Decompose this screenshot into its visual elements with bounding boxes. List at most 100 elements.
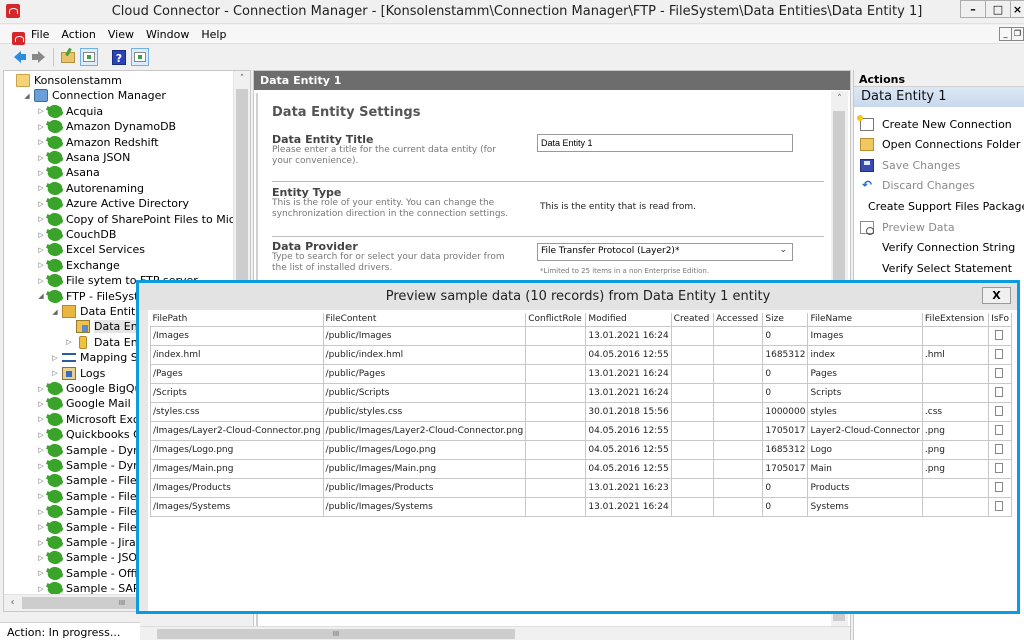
tree-item[interactable]: ▷ Google Mail [36, 395, 131, 413]
column-header[interactable]: FileExtension [922, 313, 990, 327]
tree-item[interactable]: ▷ Microsoft Excel [36, 410, 149, 428]
is-folder-cell[interactable] [988, 363, 1012, 384]
table-cell[interactable] [525, 439, 587, 460]
table-cell[interactable]: Images [807, 325, 923, 346]
action-discard-changes[interactable]: ↶ Discard Changes [854, 176, 1024, 196]
scroll-up-icon[interactable]: ˄ [831, 91, 848, 108]
table-row[interactable]: /styles.css/public/styles.css 30.01.2018 … [150, 401, 1012, 422]
collapsed-arrow-icon[interactable]: ▷ [36, 477, 46, 485]
table-cell[interactable]: /public/index.hml [322, 344, 527, 365]
forward-button[interactable] [29, 48, 47, 66]
table-cell[interactable]: /public/Images/Systems [322, 496, 527, 517]
table-cell[interactable]: .png [921, 420, 990, 441]
table-row[interactable]: /index.hml/public/index.hml 04.05.2016 12… [150, 344, 1012, 365]
table-cell[interactable]: /public/Images/Main.png [322, 458, 527, 479]
table-cell[interactable]: 13.01.2021 16:24 [585, 382, 672, 403]
table-cell[interactable] [670, 363, 715, 384]
table-cell[interactable] [670, 420, 715, 441]
table-cell[interactable] [670, 477, 715, 498]
collapsed-arrow-icon[interactable]: ▷ [36, 123, 46, 131]
table-row[interactable]: /Images/Products/public/Images/Products 1… [150, 477, 1012, 498]
table-cell[interactable]: /public/Images/Logo.png [322, 439, 527, 460]
table-cell[interactable] [670, 325, 715, 346]
table-cell[interactable]: /public/styles.css [322, 401, 527, 422]
table-cell[interactable] [525, 477, 587, 498]
table-cell[interactable]: .css [921, 401, 990, 422]
column-header[interactable]: IsFo [988, 313, 1012, 327]
table-cell[interactable]: .png [921, 458, 990, 479]
table-cell[interactable]: /index.hml [150, 344, 324, 365]
table-cell[interactable]: 1705017 [762, 458, 809, 479]
table-cell[interactable]: Systems [807, 496, 923, 517]
table-cell[interactable]: index [807, 344, 923, 365]
table-cell[interactable] [713, 325, 764, 346]
table-cell[interactable]: /styles.css [150, 401, 324, 422]
table-cell[interactable]: 13.01.2021 16:24 [585, 496, 672, 517]
table-cell[interactable] [670, 439, 715, 460]
table-cell[interactable]: /Images/Main.png [150, 458, 324, 479]
tree-item[interactable]: ▷ Amazon Redshift [36, 133, 159, 151]
table-cell[interactable]: /Images [150, 325, 324, 346]
collapsed-arrow-icon[interactable]: ▷ [36, 169, 46, 177]
table-cell[interactable]: 04.05.2016 12:55 [585, 420, 672, 441]
column-header[interactable]: FileContent [323, 313, 527, 327]
table-cell[interactable] [713, 382, 764, 403]
is-folder-checkbox[interactable] [995, 463, 1004, 474]
table-row[interactable]: /Pages/public/Pages 13.01.2021 16:24 0 Page… [150, 363, 1012, 384]
is-folder-checkbox[interactable] [995, 501, 1004, 512]
tree-item[interactable]: ◢ Connection Manager [22, 88, 166, 103]
table-cell[interactable]: 04.05.2016 12:55 [585, 344, 672, 365]
is-folder-cell[interactable] [988, 496, 1012, 517]
table-cell[interactable]: /public/Pages [322, 363, 527, 384]
menu-window[interactable]: Window [140, 28, 195, 41]
collapsed-arrow-icon[interactable]: ▷ [36, 569, 46, 577]
is-folder-cell[interactable] [988, 344, 1012, 365]
table-cell[interactable]: Layer2-Cloud-Connector [807, 420, 923, 441]
action-save-changes[interactable]: Save Changes [854, 155, 1024, 175]
table-cell[interactable] [525, 344, 587, 365]
table-cell[interactable] [921, 477, 990, 498]
details-horizontal-scrollbar[interactable]: III [140, 626, 850, 640]
expanded-arrow-icon[interactable]: ◢ [22, 92, 32, 100]
action-create-support-files-package[interactable]: Create Support Files Package [854, 196, 1024, 216]
table-cell[interactable]: styles [807, 401, 923, 422]
table-cell[interactable]: 0 [762, 496, 809, 517]
column-header[interactable]: ConflictRole [525, 313, 587, 327]
collapsed-arrow-icon[interactable]: ▷ [36, 431, 46, 439]
table-cell[interactable]: .png [921, 439, 990, 460]
tree-item[interactable]: ▷ Autorenaming [36, 179, 144, 197]
column-header[interactable]: Modified [585, 313, 672, 327]
is-folder-checkbox[interactable] [995, 406, 1004, 417]
table-cell[interactable] [670, 344, 715, 365]
action-create-new-connection[interactable]: Create New Connection [854, 114, 1024, 134]
table-cell[interactable] [713, 363, 764, 384]
collapsed-arrow-icon[interactable]: ▷ [36, 462, 46, 470]
is-folder-checkbox[interactable] [995, 330, 1004, 341]
collapsed-arrow-icon[interactable]: ▷ [36, 215, 46, 223]
table-cell[interactable]: 04.05.2016 12:55 [585, 458, 672, 479]
data-provider-select[interactable]: File Transfer Protocol (Layer2)* ⌄ [537, 243, 793, 261]
tree-item[interactable]: ▷ Logs [50, 366, 105, 381]
table-cell[interactable] [670, 382, 715, 403]
table-cell[interactable]: /public/Images [322, 325, 527, 346]
tree-item[interactable]: ▷ Asana JSON [36, 148, 130, 167]
table-row[interactable]: /Images/Logo.png/public/Images/Logo.png 0… [150, 439, 1012, 460]
table-row[interactable]: /Images/public/Images 13.01.2021 16:24 0 Im… [150, 325, 1012, 346]
collapsed-arrow-icon[interactable]: ▷ [36, 246, 46, 254]
tree-item[interactable]: ▷ CouchDB [36, 225, 116, 244]
table-cell[interactable]: 0 [762, 363, 809, 384]
tree-item[interactable]: ▷ Excel Services [36, 241, 145, 259]
table-cell[interactable] [670, 401, 715, 422]
table-row[interactable]: /Scripts/public/Scripts 13.01.2021 16:24 0… [150, 382, 1012, 403]
table-cell[interactable]: 13.01.2021 16:24 [585, 363, 672, 384]
table-cell[interactable]: 1685312 [762, 344, 809, 365]
collapsed-arrow-icon[interactable]: ▷ [36, 385, 46, 393]
collapsed-arrow-icon[interactable]: ▷ [36, 184, 46, 192]
table-cell[interactable]: /Images/Systems [150, 496, 324, 517]
collapsed-arrow-icon[interactable]: ▷ [36, 585, 46, 593]
menu-help[interactable]: Help [195, 28, 232, 41]
table-cell[interactable] [525, 420, 587, 441]
collapsed-arrow-icon[interactable]: ▷ [36, 138, 46, 146]
table-cell[interactable]: 0 [762, 325, 809, 346]
table-cell[interactable]: 04.05.2016 12:55 [585, 439, 672, 460]
